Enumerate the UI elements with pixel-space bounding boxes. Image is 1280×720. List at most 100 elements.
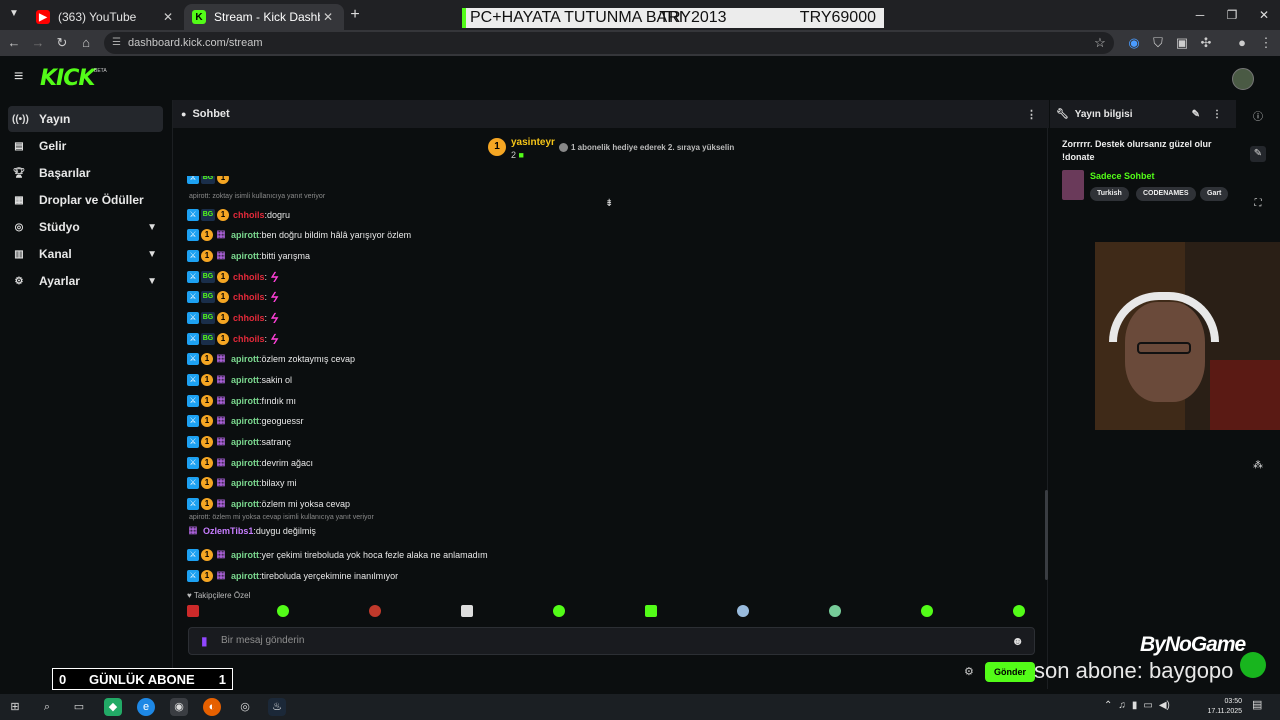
network-icon[interactable]: ▭	[1143, 700, 1152, 711]
wrench-icon: 🔧︎	[1056, 108, 1069, 120]
shield-icon[interactable]: ⛉	[1150, 35, 1166, 51]
kick-logo[interactable]: KICK	[40, 66, 95, 91]
emote[interactable]	[369, 605, 381, 617]
profile-icon[interactable]: ●	[1234, 35, 1250, 51]
emote[interactable]	[921, 605, 933, 617]
chat-username[interactable]: apirott	[231, 437, 259, 447]
moderator-badge: ⚔	[187, 415, 199, 427]
moderator-badge: ⚔	[187, 395, 199, 407]
task-view-icon[interactable]: ▭	[70, 698, 88, 716]
forward-icon[interactable]: →	[30, 35, 46, 51]
chat-username[interactable]: apirott	[231, 458, 259, 468]
reload-icon[interactable]: ↻	[54, 35, 70, 51]
emote[interactable]	[187, 605, 199, 617]
emoji-icon[interactable]: ☻	[1011, 628, 1024, 654]
top-gifter-name[interactable]: yasinteyr	[511, 137, 555, 148]
browser-menu-icon[interactable]: ⋮	[1258, 35, 1274, 51]
emote[interactable]	[553, 605, 565, 617]
site-info-icon[interactable]: ☰	[112, 32, 121, 54]
sidebar-item-kanal[interactable]: ▥ Kanal ▼	[8, 241, 163, 267]
tab-youtube[interactable]: ▶ (363) YouTube ✕	[28, 4, 184, 30]
chat-panel: ● Sohbet ⋮ 1 yasinteyr 2 ■ 1 abonelik he…	[172, 100, 1049, 689]
menu-icon[interactable]: ≡	[14, 69, 28, 85]
sidebar-item-yayin[interactable]: ((•)) Yayın	[8, 106, 163, 132]
category-name[interactable]: Sadece Sohbet	[1090, 171, 1155, 181]
chat-username[interactable]: chhoils	[233, 272, 265, 282]
close-tab-icon[interactable]: ✕	[320, 10, 336, 24]
chat-username[interactable]: chhoils	[233, 334, 265, 344]
chat-username[interactable]: chhoils	[233, 313, 265, 323]
extension-icon[interactable]: ◉	[1126, 35, 1142, 51]
more-options-icon[interactable]: ⋮	[1212, 109, 1222, 120]
new-tab-button[interactable]: +	[346, 6, 364, 24]
chat-username[interactable]: apirott	[231, 550, 259, 560]
emote[interactable]	[461, 605, 473, 617]
home-icon[interactable]: ⌂	[78, 35, 94, 51]
more-options-icon[interactable]: ⋮	[1026, 108, 1037, 121]
chat-username[interactable]: apirott	[231, 375, 259, 385]
sidebar-item-gelir[interactable]: ▤ Gelir	[8, 133, 163, 159]
reply-context: apirott: özlem mi yoksa cevap isimli kul…	[189, 514, 374, 521]
fullscreen-icon[interactable]: ⛶	[1250, 196, 1266, 212]
close-tab-icon[interactable]: ✕	[160, 10, 176, 24]
gift-prompt: 1 abonelik hediye ederek 2. sıraya yükse…	[559, 143, 734, 153]
edit-icon[interactable]: ✎	[1192, 109, 1200, 120]
share-icon[interactable]: ⁂	[1250, 458, 1266, 474]
emote[interactable]	[1013, 605, 1025, 617]
user-avatar[interactable]	[1232, 68, 1254, 90]
obs-icon[interactable]: ◎	[236, 698, 254, 716]
copilot-icon[interactable]: ◆	[104, 698, 122, 716]
emote[interactable]	[645, 605, 657, 617]
address-bar[interactable]: ☰ dashboard.kick.com/stream	[104, 32, 1114, 54]
chrome-icon[interactable]: ◉	[170, 698, 188, 716]
moderator-badge: ⚔	[187, 436, 199, 448]
minimize-icon[interactable]: ─	[1184, 0, 1216, 30]
edge-icon[interactable]: e	[137, 698, 155, 716]
chat-settings-icon[interactable]: ⚙	[964, 665, 974, 678]
screen-icon[interactable]: ▣	[1174, 35, 1190, 51]
chat-text: bilaxy mi	[261, 478, 297, 488]
close-icon[interactable]: ✕	[1248, 0, 1280, 30]
notification-icon[interactable]: ▤	[1252, 698, 1266, 714]
steam-icon[interactable]: ♨	[268, 698, 286, 716]
sidebar-item-basarilar[interactable]: 🏆︎ Başarılar	[8, 160, 163, 186]
info-icon[interactable]: ⓘ	[1250, 110, 1266, 126]
windows-start-icon[interactable]: ⊞	[6, 698, 24, 716]
chevron-up-icon[interactable]: ⌃	[1104, 700, 1112, 711]
tab-kick-dashboard[interactable]: K Stream - Kick Dashboard ✕	[184, 4, 344, 30]
emote[interactable]	[829, 605, 841, 617]
headset-icon[interactable]: ♫	[1118, 700, 1126, 711]
chat-username[interactable]: apirott	[231, 354, 259, 364]
chat-username[interactable]: chhoils	[233, 210, 265, 220]
emote[interactable]	[277, 605, 289, 617]
moderator-badge: ⚔	[187, 374, 199, 386]
chat-username[interactable]: apirott	[231, 396, 259, 406]
edit-icon[interactable]: ✎	[1250, 146, 1266, 162]
sidebar-item-droplar[interactable]: ▦ Droplar ve Ödüller	[8, 187, 163, 213]
chat-username[interactable]: chhoils	[233, 292, 265, 302]
sidebar-item-studyo[interactable]: ◎ Stüdyo ▼	[8, 214, 163, 240]
chat-username[interactable]: apirott	[231, 478, 259, 488]
search-icon[interactable]: ⌕	[38, 698, 56, 716]
chat-input[interactable]: ▮ Bir mesaj gönderin ☻	[188, 627, 1035, 655]
firefox-icon[interactable]: ◐	[203, 698, 221, 716]
volume-icon[interactable]: ◀)	[1159, 700, 1170, 711]
chat-scrollbar[interactable]	[1045, 490, 1048, 580]
restore-icon[interactable]: ❐	[1216, 0, 1248, 30]
chat-username[interactable]: OzlemTibs1	[203, 526, 253, 536]
sidebar-item-ayarlar[interactable]: ⚙ Ayarlar ▼	[8, 268, 163, 294]
send-button[interactable]: Gönder	[985, 662, 1035, 682]
emote[interactable]	[737, 605, 749, 617]
microphone-icon[interactable]: ▮	[201, 628, 208, 654]
bookmark-star-icon[interactable]: ☆	[1092, 35, 1108, 51]
mic-icon[interactable]: ▮	[1132, 700, 1138, 711]
chat-username[interactable]: apirott	[231, 251, 259, 261]
clock[interactable]: 03:50 17.11.2025	[1200, 697, 1242, 717]
chat-username[interactable]: apirott	[231, 499, 259, 509]
back-icon[interactable]: ←	[6, 35, 22, 51]
chat-username[interactable]: apirott	[231, 571, 259, 581]
chat-username[interactable]: apirott	[231, 230, 259, 240]
chat-username[interactable]: apirott	[231, 416, 259, 426]
tab-search-icon[interactable]: ▼	[6, 6, 22, 22]
puzzle-icon[interactable]: ✣	[1198, 35, 1214, 51]
